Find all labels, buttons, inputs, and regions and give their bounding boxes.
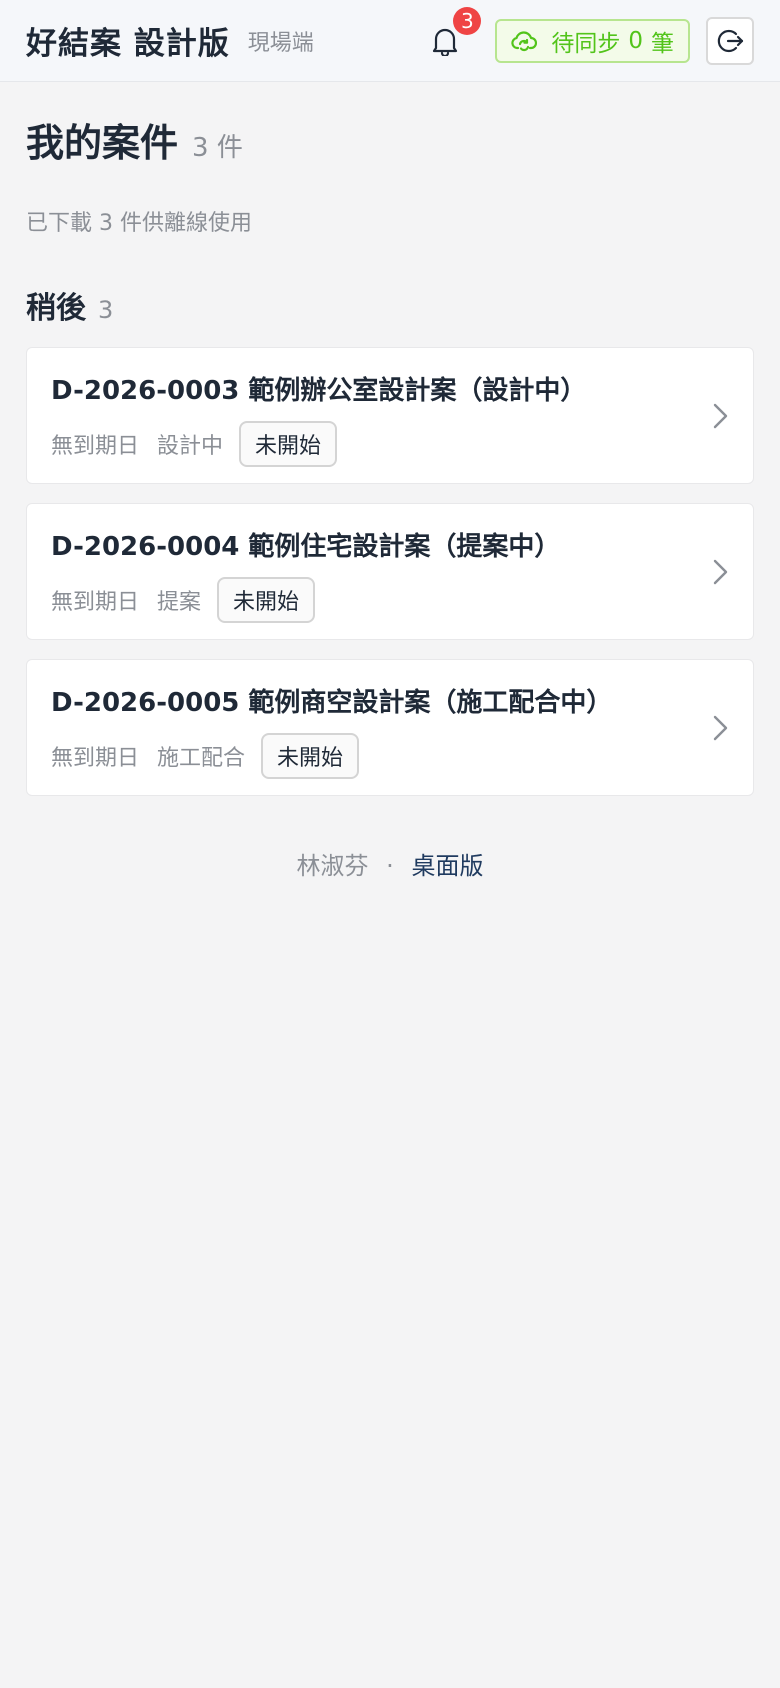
case-meta: 無到期日 設計中 未開始 — [51, 421, 729, 467]
case-stage: 施工配合 — [157, 746, 246, 771]
case-stage: 提案 — [157, 590, 202, 615]
page-title-row: 我的案件 3 件 — [26, 112, 754, 167]
case-meta: 無到期日 施工配合 未開始 — [51, 733, 729, 779]
cloud-sync-icon — [511, 30, 538, 52]
sync-unit: 筆 — [651, 30, 674, 57]
chevron-right-icon — [711, 558, 729, 586]
app-header: 好結案 設計版 現場端 3 待同步 0 筆 — [0, 0, 780, 82]
page-title: 我的案件 — [26, 121, 179, 165]
case-status-tag: 未開始 — [217, 577, 316, 623]
app-subtitle: 現場端 — [247, 30, 314, 56]
app-title: 好結案 設計版 — [26, 26, 230, 62]
case-status-tag: 未開始 — [239, 421, 338, 467]
case-title: D-2026-0005 範例商空設計案（施工配合中） — [51, 688, 613, 718]
case-due: 無到期日 — [51, 746, 140, 771]
bell-icon — [432, 26, 458, 56]
case-title: D-2026-0004 範例住宅設計案（提案中） — [51, 532, 561, 562]
case-title: D-2026-0003 範例辦公室設計案（設計中） — [51, 376, 587, 406]
sync-count: 0 — [628, 27, 643, 54]
footer-separator: · — [386, 852, 394, 880]
section-header: 稍後 3 — [26, 283, 754, 327]
case-due: 無到期日 — [51, 434, 140, 459]
page-case-count: 3 件 — [192, 133, 243, 163]
case-status-tag: 未開始 — [261, 733, 360, 779]
case-due: 無到期日 — [51, 590, 140, 615]
chevron-right-icon — [711, 714, 729, 742]
section-count: 3 — [98, 296, 114, 324]
case-card[interactable]: D-2026-0005 範例商空設計案（施工配合中） 無到期日 施工配合 未開始 — [26, 659, 754, 796]
pending-sync-button[interactable]: 待同步 0 筆 — [495, 18, 690, 63]
case-card[interactable]: D-2026-0003 範例辦公室設計案（設計中） 無到期日 設計中 未開始 — [26, 347, 754, 484]
notification-badge: 3 — [453, 6, 482, 35]
chevron-right-icon — [711, 402, 729, 430]
offline-note: 已下載 3 件供離線使用 — [26, 211, 252, 236]
footer: 林淑芬 · 桌面版 — [26, 846, 754, 881]
case-card[interactable]: D-2026-0004 範例住宅設計案（提案中） 無到期日 提案 未開始 — [26, 503, 754, 640]
main-content: 我的案件 3 件 已下載 3 件供離線使用 稍後 3 D-2026-0003 範… — [0, 112, 780, 881]
case-list: D-2026-0003 範例辦公室設計案（設計中） 無到期日 設計中 未開始 D… — [26, 347, 754, 796]
notifications-button[interactable]: 3 — [425, 6, 482, 61]
logout-button[interactable] — [706, 16, 754, 65]
logout-icon — [716, 27, 744, 55]
user-name: 林淑芬 — [296, 852, 369, 880]
desktop-version-link[interactable]: 桌面版 — [411, 852, 483, 880]
section-title: 稍後 — [26, 291, 86, 326]
case-meta: 無到期日 提案 未開始 — [51, 577, 729, 623]
case-stage: 設計中 — [157, 434, 224, 459]
sync-label: 待同步 — [551, 30, 621, 57]
